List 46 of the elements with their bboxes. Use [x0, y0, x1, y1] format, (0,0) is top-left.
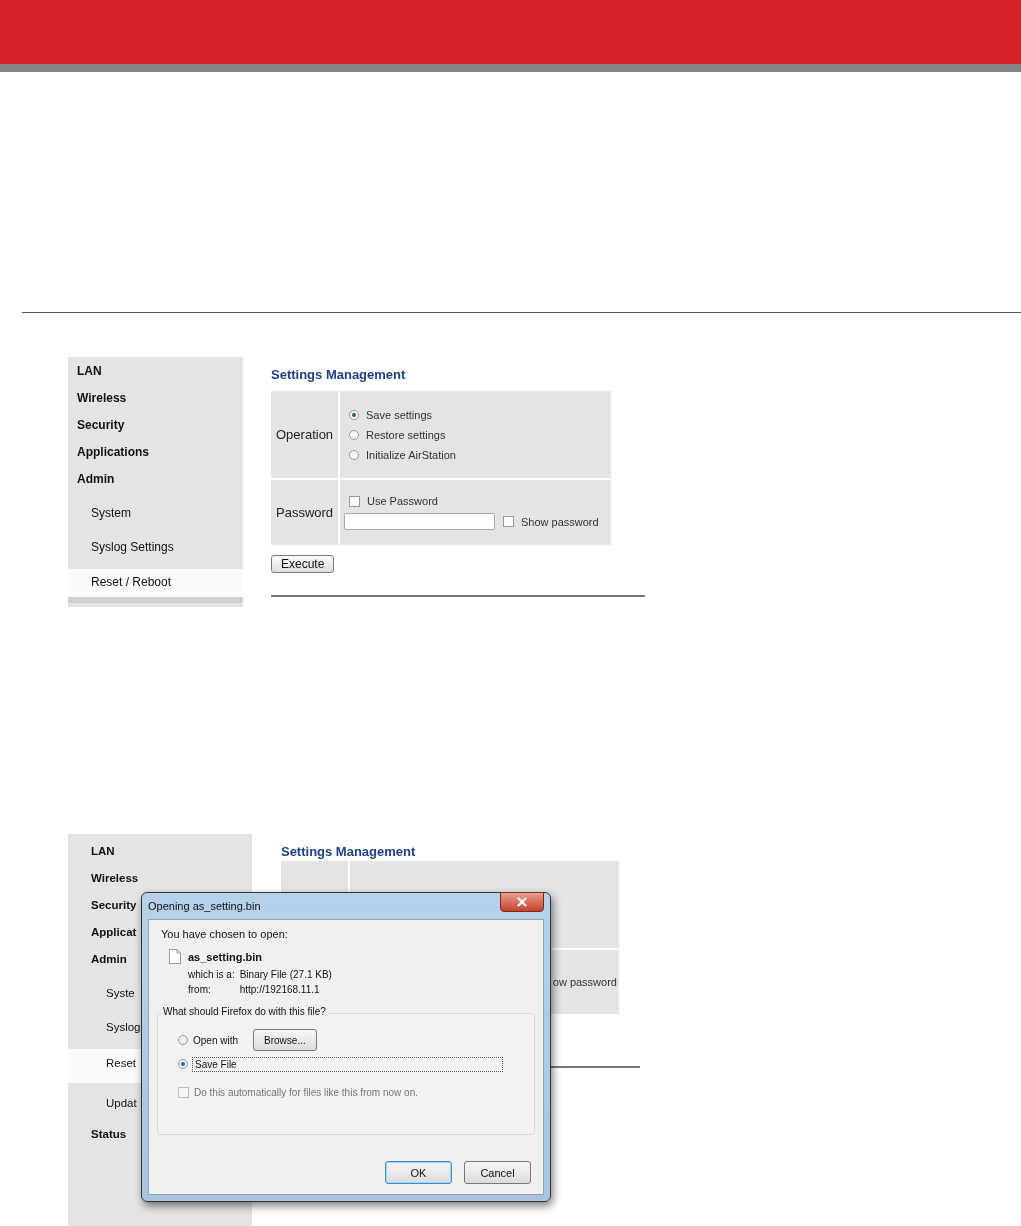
- option-label: Save settings: [366, 408, 433, 421]
- checkbox[interactable]: [349, 495, 360, 507]
- radio-button[interactable]: [349, 429, 359, 440]
- radio-button[interactable]: [349, 409, 359, 420]
- sidebar-item[interactable]: System: [68, 501, 243, 535]
- group-label: What should Firefox do with this file?: [163, 1006, 328, 1017]
- ok-button[interactable]: OK: [385, 1161, 452, 1184]
- section-title: Settings Management: [280, 844, 417, 861]
- field-label: from:: [188, 984, 212, 995]
- radio-button[interactable]: [349, 449, 359, 460]
- sidebar-item[interactable]: LAN: [68, 842, 252, 869]
- browse-button[interactable]: Browse...: [253, 1029, 317, 1051]
- execute-button[interactable]: Execute: [271, 555, 335, 573]
- sidebar-item[interactable]: Security: [68, 416, 243, 443]
- radio-button[interactable]: [178, 1059, 188, 1069]
- sidebar-item[interactable]: Applications: [68, 443, 243, 470]
- field-value: http://192168.11.1: [239, 984, 321, 995]
- sidebar-item[interactable]: LAN: [68, 362, 243, 389]
- field-value: Binary File (27.1 KB): [239, 969, 332, 980]
- option-label: Initialize AirStation: [366, 448, 456, 461]
- row-label: Password: [276, 505, 334, 520]
- sidebar-item[interactable]: Wireless: [68, 869, 252, 896]
- field-label: which is a:: [188, 969, 235, 980]
- option-label: Restore settings: [366, 428, 446, 441]
- checkbox-label: ow password: [552, 976, 617, 988]
- sidebar-item[interactable]: Admin: [68, 470, 243, 497]
- sidebar-item[interactable]: Wireless: [68, 389, 243, 416]
- sidebar-item[interactable]: Reset / Reboot: [68, 569, 243, 603]
- close-icon: [516, 897, 528, 907]
- section-title: Settings Management: [271, 367, 407, 384]
- close-button[interactable]: [500, 892, 544, 912]
- checkbox-label: Use Password: [367, 495, 438, 507]
- checkbox[interactable]: [503, 516, 514, 527]
- checkbox-label: Do this automatically for files like this from now on.: [194, 1086, 418, 1098]
- intro-text: You have chosen to open:: [161, 928, 289, 940]
- option-label: Open with: [193, 1034, 239, 1046]
- option-label: Save File: [193, 1057, 502, 1071]
- file-name: as_setting.bin: [188, 950, 262, 963]
- password-field[interactable]: [344, 513, 495, 530]
- dialog-title: Opening as_setting.bin: [148, 900, 261, 912]
- checkbox-label: Show password: [521, 515, 599, 528]
- document-icon: [169, 949, 181, 964]
- row-label: Operation: [276, 427, 334, 442]
- sidebar-item[interactable]: Syslog Settings: [68, 535, 243, 569]
- radio-button[interactable]: [178, 1035, 188, 1045]
- cancel-button[interactable]: Cancel: [464, 1161, 531, 1184]
